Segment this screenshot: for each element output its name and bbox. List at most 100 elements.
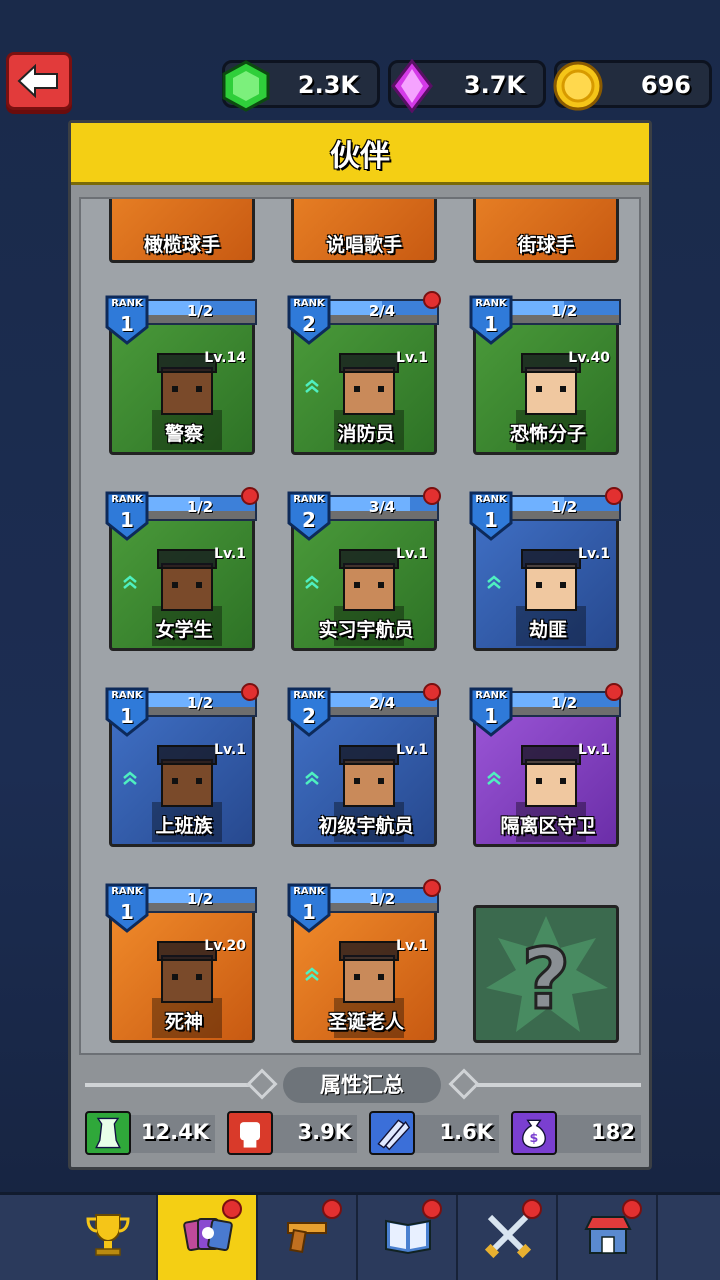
rank-number: 1 <box>484 508 498 532</box>
purple-crystal-counter[interactable]: 3.7K <box>388 59 546 113</box>
card-level: Lv.1 <box>578 742 610 758</box>
green-gem-icon <box>222 60 270 112</box>
progress-text: 2/4 <box>368 302 396 320</box>
stat-health: 12.4K <box>85 1111 215 1155</box>
diamond-ornament-icon <box>246 1068 278 1100</box>
alert-dot <box>422 1199 442 1219</box>
locked-partner-card[interactable]: ? <box>469 883 619 1043</box>
trophy-icon <box>86 1214 130 1256</box>
progress-text: 1/2 <box>550 694 578 712</box>
rank-label: RANK <box>293 494 325 505</box>
rank-badge: RANK 1 <box>105 687 149 737</box>
partner-card[interactable]: Lv.1 初级宇航员 2/4 RANK 2 <box>287 683 441 847</box>
tab-weapons[interactable] <box>258 1195 358 1280</box>
stat-value: 182 <box>591 1120 635 1144</box>
question-mark-text: ? <box>522 930 571 1028</box>
partner-card[interactable]: Lv.1 上班族 1/2 RANK 1 <box>105 683 259 847</box>
upgrade-chevron-icon <box>123 771 137 785</box>
card-name: 初级宇航员 <box>318 815 414 837</box>
rank-label: RANK <box>475 494 507 505</box>
partner-card[interactable]: Lv.1 圣诞老人 1/2 RANK 1 <box>287 879 441 1043</box>
rank-progress-bar: 1/2 <box>143 887 257 913</box>
partners-panel: 伙伴 橄榄球手 说唱歌手 街球手 Lv.14 警察 1/2 RANK 1 Lv.1 消防员 2… <box>68 120 652 1170</box>
card-name: 上班族 <box>155 815 213 837</box>
divider-line <box>85 1083 255 1087</box>
upgrade-chevron-icon <box>305 575 319 589</box>
rank-number: 2 <box>302 508 316 532</box>
progress-text: 2/4 <box>368 694 396 712</box>
gold-coin-counter[interactable]: 696 <box>553 60 712 111</box>
partner-card[interactable]: Lv.1 隔离区守卫 1/2 RANK 1 <box>469 683 623 847</box>
rank-label: RANK <box>111 690 143 701</box>
back-button[interactable] <box>6 52 72 110</box>
rank-number: 1 <box>484 704 498 728</box>
rank-label: RANK <box>293 886 325 897</box>
rank-number: 1 <box>484 312 498 336</box>
partner-card[interactable]: Lv.40 恐怖分子 1/2 RANK 1 <box>469 295 621 455</box>
green-gem-counter[interactable]: 2.3K <box>222 60 380 112</box>
alert-dot <box>241 487 259 505</box>
rank-badge: RANK 1 <box>469 491 513 541</box>
card-name: 女学生 <box>155 619 213 641</box>
purple-crystal-value: 3.7K <box>463 71 525 99</box>
progress-text: 3/4 <box>368 498 396 516</box>
rank-label: RANK <box>111 886 143 897</box>
partner-card[interactable]: Lv.1 实习宇航员 3/4 RANK 2 <box>287 487 441 651</box>
partner-card[interactable]: Lv.20 死神 1/2 RANK 1 <box>105 883 257 1043</box>
tab-trophy[interactable] <box>58 1195 158 1280</box>
upgrade-chevron-icon <box>305 771 319 785</box>
card-level: Lv.1 <box>396 742 428 758</box>
partner-card[interactable]: Lv.1 女学生 1/2 RANK 1 <box>105 487 259 651</box>
rank-badge: RANK 1 <box>105 491 149 541</box>
alert-dot <box>622 1199 642 1219</box>
rank-badge: RANK 1 <box>469 687 513 737</box>
card-portrait: ? <box>473 905 619 1043</box>
upgrade-chevron-icon <box>487 771 501 785</box>
rank-number: 1 <box>302 900 316 924</box>
gold-coin-icon <box>553 61 603 111</box>
partner-card[interactable]: Lv.1 劫匪 1/2 RANK 1 <box>469 487 623 651</box>
progress-text: 1/2 <box>186 302 214 320</box>
rank-badge: RANK 2 <box>287 687 331 737</box>
progress-text: 1/2 <box>550 302 578 320</box>
alert-dot <box>605 683 623 701</box>
attribute-summary-title: 属性汇总 <box>283 1067 441 1103</box>
rank-label: RANK <box>475 298 507 309</box>
rank-badge: RANK 2 <box>287 491 331 541</box>
alert-dot <box>222 1199 242 1219</box>
upgrade-chevron-icon <box>123 575 137 589</box>
card-name: 恐怖分子 <box>509 423 586 445</box>
partner-card-partial[interactable]: 说唱歌手 <box>287 199 437 263</box>
partner-grid[interactable]: 橄榄球手 说唱歌手 街球手 Lv.14 警察 1/2 RANK 1 Lv.1 消防员 2/4 R… <box>79 197 641 1055</box>
svg-text:$: $ <box>530 1130 539 1145</box>
alert-dot <box>241 683 259 701</box>
partner-card-partial[interactable]: 橄榄球手 <box>105 199 255 263</box>
partner-card[interactable]: Lv.1 消防员 2/4 RANK 2 <box>287 291 441 455</box>
card-name: 橄榄球手 <box>143 234 220 256</box>
partner-card[interactable]: Lv.14 警察 1/2 RANK 1 <box>105 295 257 455</box>
tab-shop[interactable] <box>558 1195 658 1280</box>
partner-card-partial[interactable]: 街球手 <box>469 199 619 263</box>
alert-dot <box>423 683 441 701</box>
purple-crystal-icon <box>391 59 433 113</box>
progress-text: 1/2 <box>186 890 214 908</box>
rank-label: RANK <box>293 690 325 701</box>
tower-icon <box>85 1111 131 1155</box>
tab-partners[interactable] <box>158 1195 258 1280</box>
rank-number: 1 <box>120 508 134 532</box>
rank-label: RANK <box>293 298 325 309</box>
upgrade-chevron-icon <box>305 379 319 393</box>
tab-book[interactable] <box>358 1195 458 1280</box>
card-level: Lv.1 <box>396 350 428 366</box>
fist-icon <box>227 1111 273 1155</box>
attribute-summary-header: 属性汇总 <box>85 1067 641 1103</box>
upgrade-chevron-icon <box>487 575 501 589</box>
card-name: 圣诞老人 <box>327 1011 404 1033</box>
rank-badge: RANK 1 <box>105 883 149 933</box>
stat-ammo: 1.6K <box>369 1111 499 1155</box>
card-level: Lv.40 <box>568 350 610 366</box>
back-arrow-icon <box>17 63 58 99</box>
tab-battle[interactable] <box>458 1195 558 1280</box>
alert-dot <box>423 291 441 309</box>
rank-progress-bar: 2/4 <box>325 299 439 325</box>
